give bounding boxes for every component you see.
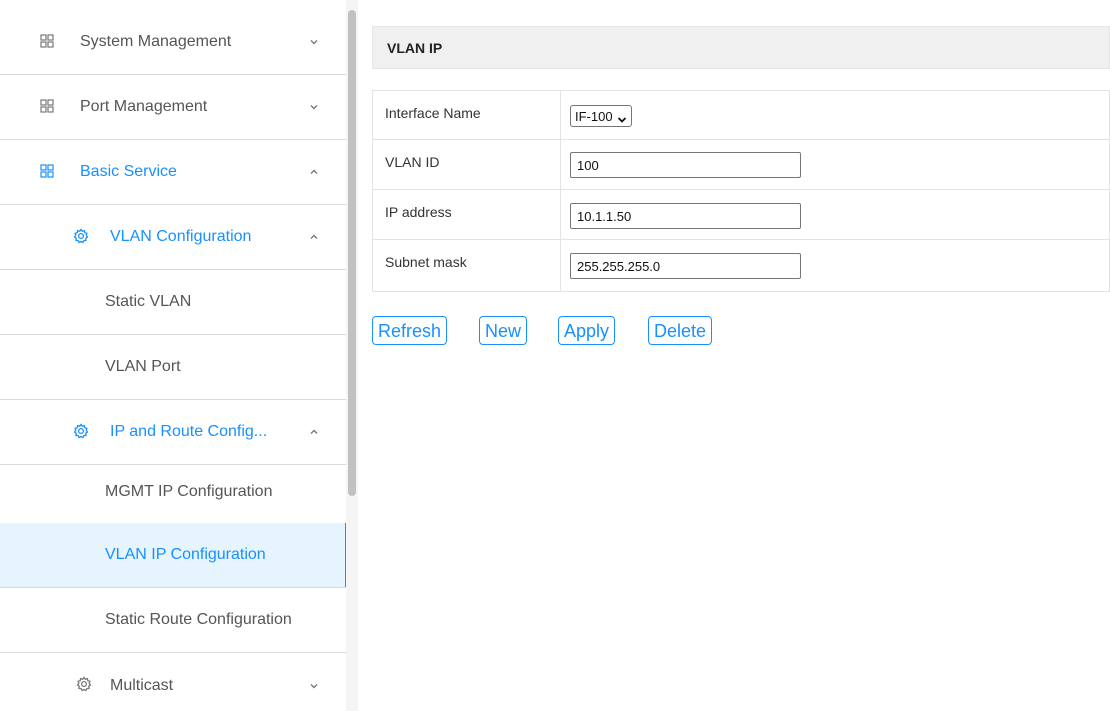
gear-icon — [73, 228, 89, 249]
sidebar-item-label: System Management — [80, 33, 232, 50]
sidebar-item-port-management[interactable]: Port Management — [0, 75, 348, 140]
sidebar-item-label: Basic Service — [80, 163, 177, 180]
apply-button[interactable]: Apply — [558, 316, 616, 345]
sidebar-item-label: IP and Route Config... — [110, 423, 268, 440]
delete-button[interactable]: Delete — [648, 316, 713, 345]
sidebar-item-vlan-ip-configuration[interactable]: VLAN IP Configuration — [0, 523, 348, 588]
chevron-down-icon — [309, 681, 319, 691]
sidebar-item-multicast[interactable]: Multicast — [0, 653, 348, 711]
sidebar-item-label: Static Route Configuration — [105, 611, 292, 628]
chevron-up-icon — [309, 427, 319, 437]
sidebar-item-basic-service[interactable]: Basic Service — [0, 140, 348, 205]
vlan-id-value-cell — [561, 140, 1109, 189]
interface-name-label: Interface Name — [373, 91, 561, 139]
page-title: VLAN IP — [387, 39, 443, 56]
sidebar-item-label: Multicast — [110, 676, 174, 694]
gear-icon — [73, 423, 89, 444]
sidebar-item-system-management[interactable]: System Management — [0, 10, 348, 75]
sidebar-nav: System Management Port Management Basic … — [0, 0, 348, 711]
sidebar-item-vlan-port[interactable]: VLAN Port — [0, 335, 348, 400]
chevron-up-icon — [309, 167, 319, 177]
grid-icon — [40, 164, 54, 183]
interface-name-select[interactable]: IF-100 — [570, 105, 632, 127]
subnet-mask-input[interactable] — [570, 253, 801, 279]
chevron-down-icon — [309, 102, 319, 112]
sidebar-item-label: Static VLAN — [105, 293, 192, 310]
subnet-mask-value-cell — [561, 240, 1109, 291]
gear-icon — [76, 676, 92, 697]
ip-address-value-cell — [561, 190, 1109, 239]
form-row-ip-address: IP address — [372, 190, 1110, 240]
sidebar-item-vlan-configuration[interactable]: VLAN Configuration — [0, 205, 348, 270]
grid-icon — [40, 99, 54, 118]
scrollbar-thumb[interactable] — [348, 10, 356, 496]
ip-address-label: IP address — [373, 190, 561, 239]
sidebar-item-label: VLAN Configuration — [110, 228, 252, 245]
sidebar-item-label: Port Management — [80, 98, 208, 115]
form-row-vlan-id: VLAN ID — [372, 140, 1110, 190]
form-row-subnet-mask: Subnet mask — [372, 240, 1110, 292]
ip-address-input[interactable] — [570, 203, 801, 229]
chevron-down-icon — [309, 37, 319, 47]
sidebar-item-static-route-configuration[interactable]: Static Route Configuration — [0, 588, 348, 653]
interface-name-selected-value: IF-100 — [575, 108, 613, 124]
subnet-mask-label: Subnet mask — [373, 240, 561, 291]
vlan-id-input[interactable] — [570, 152, 801, 178]
sidebar-item-label: MGMT IP Configuration — [105, 483, 273, 500]
grid-icon — [40, 34, 54, 53]
panel-header: VLAN IP — [372, 26, 1110, 69]
chevron-up-icon — [309, 232, 319, 242]
sidebar-item-static-vlan[interactable]: Static VLAN — [0, 270, 348, 335]
form-row-interface-name: Interface Name IF-100 — [372, 90, 1110, 140]
sidebar-item-ip-and-route-config[interactable]: IP and Route Config... — [0, 400, 348, 465]
refresh-button[interactable]: Refresh — [372, 316, 448, 345]
interface-name-value-cell: IF-100 — [561, 91, 1109, 139]
chevron-down-icon — [617, 112, 627, 123]
sidebar-item-label: VLAN Port — [105, 358, 181, 375]
new-button[interactable]: New — [479, 316, 528, 345]
sidebar-item-label: VLAN IP Configuration — [105, 546, 266, 563]
sidebar-item-mgmt-ip-configuration[interactable]: MGMT IP Configuration — [0, 460, 348, 525]
vlan-id-label: VLAN ID — [373, 140, 561, 189]
